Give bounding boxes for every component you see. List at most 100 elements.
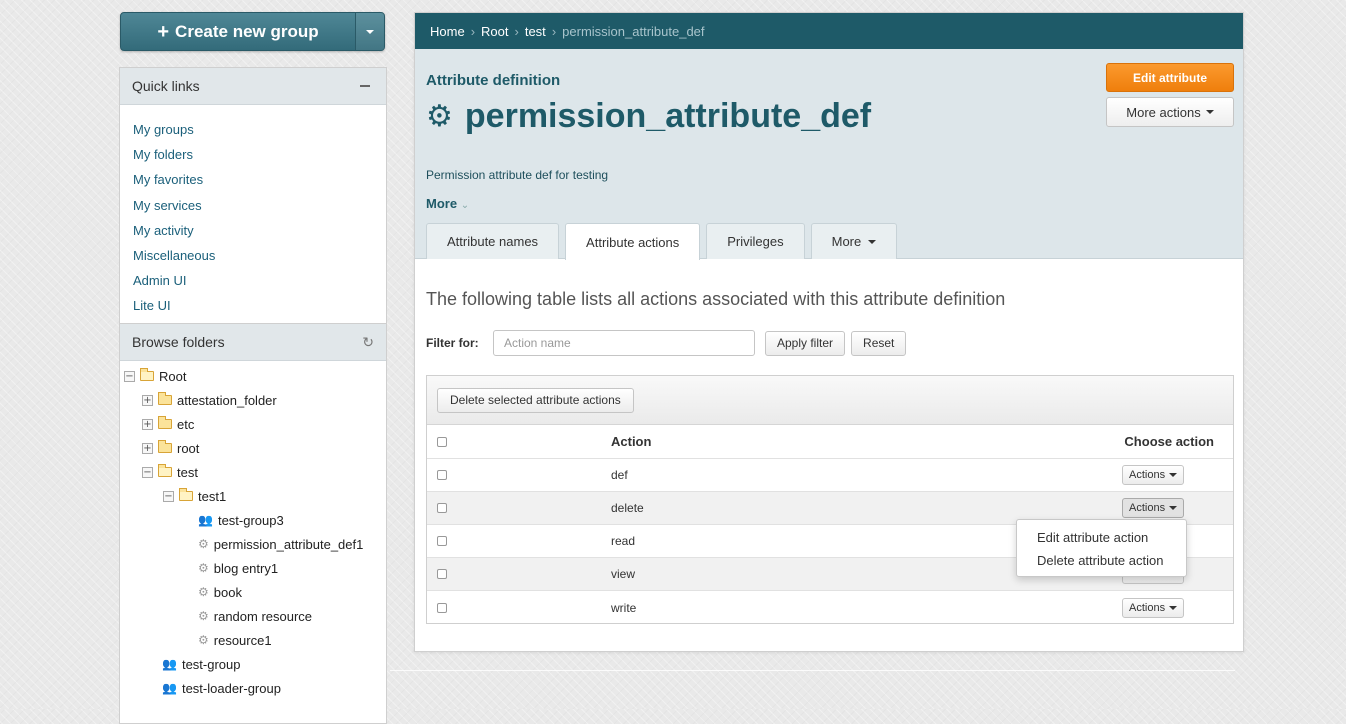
more-actions-button[interactable]: More actions [1106, 97, 1234, 127]
reset-button[interactable]: Reset [851, 330, 907, 356]
collapse-toggle-icon[interactable]: − [163, 490, 174, 502]
tree-node-label[interactable]: random resource [214, 609, 312, 624]
tab-privileges[interactable]: Privileges [706, 223, 805, 259]
apply-filter-button[interactable]: Apply filter [765, 330, 846, 356]
gears-icon: ⚙ [198, 633, 209, 647]
quick-link-admin-ui[interactable]: Admin UI [133, 268, 386, 293]
row-actions-button[interactable]: Actions [1122, 465, 1185, 485]
breadcrumb-test[interactable]: test [525, 24, 546, 39]
row-checkbox[interactable] [437, 536, 447, 546]
quick-links-panel: Quick links My groups My folders My favo… [119, 67, 387, 324]
tree-node-test-group[interactable]: 👥 test-group [162, 652, 241, 676]
tree-node-random-resource[interactable]: ⚙ random resource [198, 604, 312, 628]
select-all-checkbox[interactable] [437, 436, 447, 447]
quick-link-my-favorites[interactable]: My favorites [133, 167, 386, 192]
row-actions-button[interactable]: Actions [1122, 597, 1185, 618]
create-new-group-main[interactable]: + Create new group [121, 13, 355, 50]
actions-table: Delete selected attribute actions Action… [426, 375, 1234, 624]
tree-node-label[interactable]: etc [177, 417, 194, 432]
refresh-icon[interactable]: ↻ [362, 334, 374, 351]
entity-description: Permission attribute def for testing [426, 168, 609, 182]
create-group-dropdown-toggle[interactable] [355, 13, 384, 50]
tree-node-book[interactable]: ⚙ book [198, 580, 242, 604]
tree-node-label[interactable]: blog entry1 [214, 561, 278, 576]
tree-node-test-loader-group[interactable]: 👥 test-loader-group [162, 676, 281, 700]
quick-link-miscellaneous[interactable]: Miscellaneous [133, 243, 386, 268]
tree-node-label[interactable]: test-loader-group [182, 681, 281, 696]
browse-folders-panel: Browse folders ↻ − Root + attestation_fo… [119, 324, 387, 724]
breadcrumb-root[interactable]: Root [481, 24, 508, 39]
caret-down-icon [868, 239, 877, 244]
quick-link-my-activity[interactable]: My activity [133, 218, 386, 243]
folder-open-icon [179, 488, 193, 501]
action-name-filter-input[interactable] [493, 330, 755, 356]
expand-toggle-icon[interactable]: + [142, 442, 153, 454]
tab-more[interactable]: More [810, 223, 898, 259]
menu-item-delete-attribute-action[interactable]: Delete attribute action [1017, 549, 1186, 572]
tree-node-label[interactable]: test-group [182, 657, 241, 672]
expand-toggle-icon[interactable]: + [142, 418, 153, 430]
row-checkbox[interactable] [437, 602, 447, 613]
group-icon: 👥 [198, 513, 213, 527]
tree-node-label[interactable]: root [177, 441, 199, 456]
tree-node-test1[interactable]: − test1 [163, 484, 226, 508]
row-checkbox[interactable] [437, 569, 447, 579]
tree-node-attestation-folder[interactable]: + attestation_folder [142, 388, 277, 412]
quick-link-my-services[interactable]: My services [133, 193, 386, 218]
edit-attribute-button[interactable]: Edit attribute [1106, 63, 1234, 92]
filter-row: Filter for: Apply filter Reset [426, 330, 907, 356]
entity-header: Attribute definition ⚙ permission_attrib… [415, 49, 1243, 260]
folder-open-icon [140, 368, 154, 381]
row-actions-button[interactable]: Actions [1122, 498, 1185, 518]
column-header-choose-action: Choose action [1124, 434, 1214, 449]
action-name-cell: view [611, 567, 636, 581]
row-checkbox[interactable] [437, 470, 447, 480]
table-toolbar: Delete selected attribute actions [427, 376, 1233, 425]
quick-links-title: Quick links [132, 78, 200, 94]
caret-down-icon [1169, 473, 1178, 477]
tree-node-permission-attribute-def1[interactable]: ⚙ permission_attribute_def1 [198, 532, 363, 556]
collapse-toggle-icon[interactable]: − [124, 370, 135, 382]
tab-attribute-actions[interactable]: Attribute actions [565, 223, 701, 260]
tree-node-root-folder[interactable]: + root [142, 436, 199, 460]
action-name-cell: def [611, 468, 628, 482]
quick-link-my-folders[interactable]: My folders [133, 142, 386, 167]
delete-selected-actions-button[interactable]: Delete selected attribute actions [437, 387, 634, 413]
tree-node-etc[interactable]: + etc [142, 412, 194, 436]
gears-icon: ⚙ [198, 561, 209, 575]
group-icon: 👥 [162, 681, 177, 695]
row-checkbox[interactable] [437, 503, 447, 513]
collapse-toggle-icon[interactable]: − [142, 466, 153, 478]
create-new-group-button[interactable]: + Create new group [120, 12, 385, 51]
caret-down-icon [1205, 110, 1214, 114]
table-header-row: Action Choose action [427, 425, 1233, 459]
menu-item-edit-attribute-action[interactable]: Edit attribute action [1017, 526, 1186, 549]
tree-node-label[interactable]: Root [159, 369, 186, 384]
tree-node-root[interactable]: − Root [124, 364, 186, 388]
tree-node-resource1[interactable]: ⚙ resource1 [198, 628, 272, 652]
tree-node-test-group3[interactable]: 👥 test-group3 [198, 508, 284, 532]
quick-link-my-groups[interactable]: My groups [133, 117, 386, 142]
breadcrumb-home[interactable]: Home [430, 24, 465, 39]
folder-tree: − Root + attestation_folder + etc + root… [120, 361, 386, 721]
tree-node-label[interactable]: test-group3 [218, 513, 284, 528]
collapse-icon[interactable] [360, 85, 370, 87]
tree-node-label[interactable]: test [177, 465, 198, 480]
tree-node-label[interactable]: test1 [198, 489, 226, 504]
quick-link-lite-ui[interactable]: Lite UI [133, 293, 386, 318]
tab-attribute-names[interactable]: Attribute names [426, 223, 560, 259]
expand-toggle-icon[interactable]: + [142, 394, 153, 406]
page-title: ⚙ permission_attribute_def [426, 97, 871, 136]
tree-node-label[interactable]: permission_attribute_def1 [214, 537, 364, 552]
tree-node-label[interactable]: resource1 [214, 633, 272, 648]
tree-node-label[interactable]: attestation_folder [177, 393, 277, 408]
tree-node-blog-entry1[interactable]: ⚙ blog entry1 [198, 556, 278, 580]
folder-icon [158, 416, 172, 429]
tab-more-label: More [831, 234, 862, 249]
browse-folders-title: Browse folders [132, 334, 225, 350]
quick-links-header[interactable]: Quick links [120, 68, 386, 105]
tree-node-label[interactable]: book [214, 585, 242, 600]
more-details-toggle[interactable]: More ⌄ [426, 196, 469, 211]
breadcrumb-current: permission_attribute_def [562, 23, 705, 39]
tree-node-test[interactable]: − test [142, 460, 198, 484]
